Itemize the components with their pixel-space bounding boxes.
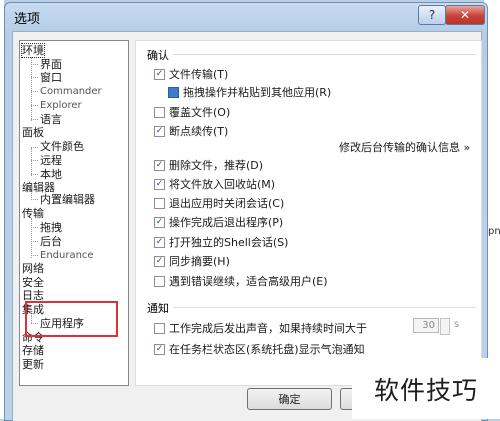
tree-item-environment[interactable]: 环境: [21, 43, 45, 58]
spinner-arrows[interactable]: [440, 318, 450, 335]
tree-connector: [31, 105, 38, 106]
tree-item-internal-editor[interactable]: 内置编辑器: [40, 193, 95, 206]
checkbox-checked[interactable]: ✓: [154, 178, 165, 190]
option-label: 覆盖文件(O): [169, 106, 231, 119]
checkbox-checked[interactable]: ✓: [154, 216, 165, 228]
tree-connector: [31, 218, 32, 258]
tree-connector: [31, 64, 38, 65]
tree-connector: [31, 199, 38, 200]
tree-connector: [31, 148, 32, 176]
help-button[interactable]: ?: [418, 5, 446, 25]
tree-item-transfer[interactable]: 传输: [22, 207, 44, 220]
checkbox-unchecked[interactable]: [154, 106, 165, 118]
option-recycle-bin[interactable]: ✓ 将文件放入回收站(M): [154, 176, 275, 192]
tree-connector: [31, 160, 38, 161]
section-title-confirm: 确认: [147, 49, 169, 62]
tree-connector: [31, 227, 38, 228]
tree-item-language[interactable]: 语言: [40, 113, 62, 126]
option-exit-after[interactable]: ✓ 操作完成后退出程序(P): [154, 214, 283, 230]
tree-item-remote[interactable]: 远程: [40, 154, 62, 167]
section-divider: [173, 54, 476, 55]
tree-item-commander[interactable]: Commander: [40, 85, 102, 98]
title-bar[interactable]: 选项 ? ✕: [5, 3, 487, 29]
tree-item-explorer[interactable]: Explorer: [40, 99, 82, 112]
tree-item-panels[interactable]: 面板: [22, 126, 44, 139]
option-label: 将文件放入回收站(M): [169, 178, 276, 191]
checkbox-unchecked[interactable]: [154, 275, 165, 287]
background-confirm-link[interactable]: 修改后台传输的确认信息 »: [339, 139, 470, 155]
option-label: 拖拽操作并粘贴到其他应用(R): [183, 86, 332, 99]
checkbox-checked[interactable]: ✓: [154, 68, 165, 80]
checkbox-checked[interactable]: ✓: [154, 236, 165, 248]
option-label: 删除文件，推荐(D): [169, 159, 264, 172]
window-title: 选项: [14, 12, 41, 27]
duration-unit: s: [454, 319, 460, 330]
option-sync-summary[interactable]: ✓ 同步摘要(H): [154, 253, 230, 269]
tree-item-interface[interactable]: 界面: [40, 58, 62, 71]
tree-item-network[interactable]: 网络: [22, 262, 44, 275]
tree-item-background[interactable]: 后台: [40, 235, 62, 248]
checkbox-unchecked[interactable]: [154, 197, 165, 209]
option-label: 退出应用时关闭会话(C): [169, 197, 285, 210]
section-divider: [173, 307, 476, 308]
tree-item-storage[interactable]: 存储: [22, 344, 44, 357]
option-shell-session[interactable]: ✓ 打开独立的Shell会话(S): [154, 234, 288, 250]
option-beep[interactable]: 工作完成后发出声音，如果持续时间大于: [154, 320, 367, 336]
option-continue-on-error[interactable]: 遇到错误继续，适合高级用户(E): [154, 273, 328, 289]
tree-item-window[interactable]: 窗口: [40, 71, 62, 84]
beep-duration-input[interactable]: 30: [413, 318, 439, 333]
checkbox-checked[interactable]: ✓: [154, 125, 165, 137]
tree-connector: [31, 147, 38, 148]
option-label: 同步摘要(H): [169, 255, 230, 268]
tree-item-drag-drop[interactable]: 拖拽: [40, 221, 62, 234]
checkbox-indeterminate[interactable]: [168, 86, 179, 98]
ok-button[interactable]: 确定: [247, 388, 332, 410]
checkbox-checked[interactable]: ✓: [154, 159, 165, 171]
option-delete-files[interactable]: ✓ 删除文件，推荐(D): [154, 157, 263, 173]
tree-connector: [31, 174, 38, 175]
option-label: 文件传输(T): [169, 68, 229, 81]
option-balloon-notify[interactable]: ✓ 在任务栏状态区(系统托盘)显示气泡通知: [154, 341, 365, 357]
option-resume[interactable]: ✓ 断点续传(T): [154, 123, 228, 139]
option-close-session[interactable]: 退出应用时关闭会话(C): [154, 195, 284, 211]
tree-item-file-colors[interactable]: 文件颜色: [40, 140, 84, 153]
option-drag-paste[interactable]: 拖拽操作并粘贴到其他应用(R): [168, 84, 331, 100]
checkbox-checked[interactable]: ✓: [154, 255, 165, 267]
tree-item-local[interactable]: 本地: [40, 168, 62, 181]
option-label: 操作完成后退出程序(P): [169, 216, 284, 229]
option-label: 打开独立的Shell会话(S): [169, 236, 289, 249]
section-title-notify: 通知: [147, 302, 169, 315]
checkbox-unchecked[interactable]: [154, 322, 165, 334]
close-button[interactable]: ✕: [445, 5, 485, 25]
option-file-transfer[interactable]: ✓ 文件传输(T): [154, 66, 228, 82]
option-label: 遇到错误继续，适合高级用户(E): [169, 275, 328, 288]
tree-connector: [31, 77, 38, 78]
option-label: 断点续传(T): [169, 125, 229, 138]
option-label: 在任务栏状态区(系统托盘)显示气泡通知: [169, 343, 365, 356]
tree-item-endurance[interactable]: Endurance: [40, 249, 94, 262]
background-text: pn: [488, 226, 500, 237]
tree-connector: [31, 57, 32, 121]
watermark-text: 软件技巧: [352, 358, 500, 419]
option-overwrite[interactable]: 覆盖文件(O): [154, 104, 230, 120]
checkbox-checked[interactable]: ✓: [154, 343, 165, 355]
tree-connector: [31, 91, 38, 92]
tree-item-security[interactable]: 安全: [22, 276, 44, 289]
highlight-annotation-box: [25, 301, 118, 337]
tree-connector: [31, 119, 38, 120]
tree-item-updates[interactable]: 更新: [22, 358, 44, 371]
option-label: 工作完成后发出声音，如果持续时间大于: [169, 322, 367, 335]
tree-connector: [31, 255, 38, 256]
tree-connector: [31, 241, 38, 242]
